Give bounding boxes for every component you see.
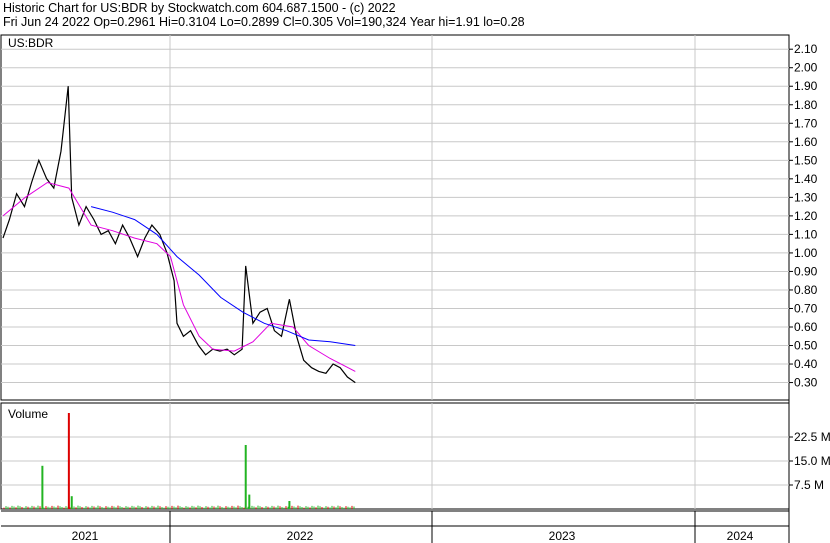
price-tick-label: 1.40 bbox=[794, 172, 818, 186]
volume-panel-title: Volume bbox=[8, 407, 48, 421]
volume-panel-frame bbox=[0, 402, 790, 510]
price-tick-label: 1.30 bbox=[794, 190, 818, 204]
volume-spike-bar bbox=[288, 501, 291, 509]
price-tick-label: 0.80 bbox=[794, 283, 818, 297]
price-tick-label: 0.40 bbox=[794, 357, 818, 371]
price-tick-label: 1.20 bbox=[794, 209, 818, 223]
stockwatch-chart: Historic Chart for US:BDR by Stockwatch.… bbox=[0, 0, 830, 543]
price-tick-label: 0.70 bbox=[794, 301, 818, 315]
long-moving-average-line bbox=[90, 206, 356, 346]
volume-tick-label: 7.5 M bbox=[794, 478, 824, 492]
volume-spike-bar bbox=[248, 494, 251, 509]
price-tick-label: 1.90 bbox=[794, 79, 818, 93]
price-tick-label: 0.30 bbox=[794, 376, 818, 390]
axis-ticks: 2.10 2.00 1.90 1.80 1.70 1.60 1.50 1.40 1.30 1.20… bbox=[72, 42, 830, 543]
year-label: 2021 bbox=[72, 529, 99, 543]
volume-spike-bar bbox=[67, 413, 70, 509]
price-tick-label: 2.10 bbox=[794, 42, 818, 56]
volume-tick-label: 22.5 M bbox=[794, 430, 830, 444]
price-tick-label: 0.50 bbox=[794, 339, 818, 353]
price-tick-label: 1.60 bbox=[794, 135, 818, 149]
year-label: 2022 bbox=[287, 529, 314, 543]
price-tick-label: 1.10 bbox=[794, 227, 818, 241]
volume-spike-bar bbox=[70, 496, 73, 509]
short-moving-average-line bbox=[2, 181, 356, 372]
year-label: 2024 bbox=[727, 529, 754, 543]
price-tick-label: 1.00 bbox=[794, 246, 818, 260]
year-label: 2023 bbox=[549, 529, 576, 543]
chart-svg: 2.10 2.00 1.90 1.80 1.70 1.60 1.50 1.40 1.30 1.20… bbox=[0, 34, 830, 543]
volume-spike-bar bbox=[244, 445, 247, 509]
price-tick-label: 0.90 bbox=[794, 264, 818, 278]
price-tick-label: 1.70 bbox=[794, 116, 818, 130]
price-tick-label: 1.80 bbox=[794, 98, 818, 112]
price-tick-label: 2.00 bbox=[794, 61, 818, 75]
price-panel-title: US:BDR bbox=[8, 36, 54, 50]
price-tick-label: 0.60 bbox=[794, 320, 818, 334]
volume-tick-label: 15.0 M bbox=[794, 454, 830, 468]
price-tick-label: 1.50 bbox=[794, 153, 818, 167]
volume-spike-bar bbox=[41, 465, 44, 509]
grid-layer bbox=[1, 35, 789, 509]
